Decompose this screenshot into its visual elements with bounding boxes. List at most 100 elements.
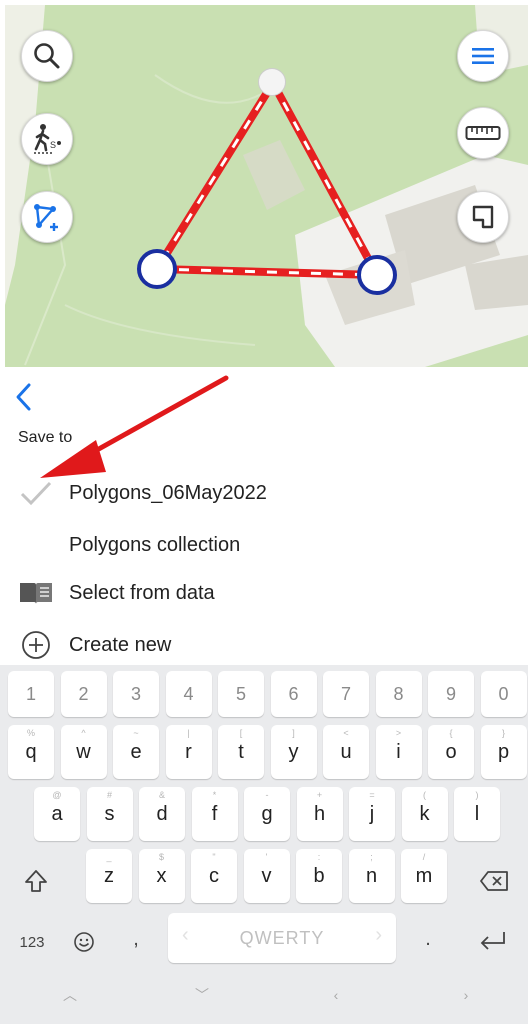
menu-button[interactable]: [457, 30, 509, 82]
key-hint: ): [475, 790, 479, 800]
walk-measure-button[interactable]: S: [21, 113, 73, 165]
key-label: 0: [498, 683, 509, 704]
key-label: 9: [445, 683, 456, 704]
symbols-key[interactable]: 123: [12, 923, 52, 961]
save-to-label: Save to: [18, 429, 73, 446]
key-5[interactable]: 5: [218, 671, 264, 717]
check-icon: [18, 479, 54, 507]
backspace-key[interactable]: [473, 859, 515, 903]
key-label: j: [369, 802, 375, 825]
key-q[interactable]: % q: [8, 725, 54, 779]
key-v[interactable]: ' v: [243, 849, 290, 903]
comma-key-label: ,: [133, 927, 139, 950]
key-label: s: [104, 802, 115, 825]
polygon-vertex-left[interactable]: [137, 249, 177, 289]
search-button[interactable]: [21, 30, 73, 82]
key-label: 1: [25, 683, 36, 704]
key-label: d: [156, 802, 168, 825]
shift-key[interactable]: [16, 859, 56, 903]
polygon-vertex-right[interactable]: [357, 255, 397, 295]
key-g[interactable]: -g: [244, 787, 290, 841]
list-item-label: Polygons collection: [69, 534, 241, 556]
key-s[interactable]: # s: [86, 787, 133, 841]
draw-polygon-button[interactable]: [21, 191, 73, 243]
key-hint: ;: [370, 852, 373, 862]
key-hint: &: [158, 790, 165, 800]
key-e[interactable]: ~ e: [113, 725, 159, 779]
key-9[interactable]: 9: [428, 671, 474, 717]
list-item-select-from-data[interactable]: Select from data: [0, 571, 528, 615]
key-j[interactable]: = j: [349, 787, 395, 841]
key-n[interactable]: ; n: [348, 849, 395, 903]
key-m[interactable]: / m: [401, 849, 447, 903]
map-view[interactable]: S: [5, 5, 528, 367]
key-hint: |: [187, 728, 190, 738]
list-item-create-new[interactable]: Create new: [0, 623, 528, 667]
key-b[interactable]: :b: [296, 849, 342, 903]
key-2[interactable]: 2: [60, 671, 107, 717]
key-hint: %: [26, 728, 35, 738]
nav-left-icon[interactable]: ‹: [326, 985, 346, 1005]
key-label: p: [497, 740, 510, 763]
key-label: 7: [340, 683, 351, 704]
nav-right-icon[interactable]: ›: [456, 985, 476, 1005]
key-4[interactable]: 4: [165, 671, 212, 717]
key-label: o: [445, 740, 457, 763]
key-3[interactable]: 3: [113, 671, 159, 717]
enter-key[interactable]: [470, 921, 516, 961]
period-key-label: .: [425, 927, 431, 950]
comma-key[interactable]: ,: [118, 917, 154, 961]
draw-polygon-icon: [34, 204, 58, 231]
key-8[interactable]: 8: [375, 671, 422, 717]
key-h[interactable]: + h: [296, 787, 343, 841]
area-icon: [472, 205, 494, 229]
list-item-label: Polygons_06May2022: [69, 482, 267, 504]
key-6[interactable]: 6: [270, 671, 317, 717]
walk-measure-icon: S: [34, 124, 61, 154]
save-to-panel: Save to Polygons_06May2022 Polygons coll…: [0, 367, 528, 665]
key-f[interactable]: * f: [191, 787, 238, 841]
key-w[interactable]: ^ w: [60, 725, 107, 779]
key-d[interactable]: & d: [139, 787, 185, 841]
ruler-button[interactable]: [457, 107, 509, 159]
key-hint: ": [212, 852, 216, 862]
key-y[interactable]: ] y: [270, 725, 317, 779]
list-item-polygons-collection[interactable]: Polygons collection: [0, 523, 528, 567]
chevron-left-icon: [16, 383, 31, 411]
key-a[interactable]: @ a: [34, 787, 80, 841]
key-hint: +: [316, 790, 323, 800]
key-k[interactable]: (k: [401, 787, 448, 841]
key-r[interactable]: | r: [165, 725, 212, 779]
key-label: n: [365, 864, 378, 887]
key-hint: :: [317, 852, 321, 862]
key-label: r: [185, 740, 192, 763]
key-z[interactable]: _ z: [86, 849, 132, 903]
key-i[interactable]: > i: [375, 725, 422, 779]
list-item-polygons-layer[interactable]: Polygons_06May2022: [0, 471, 528, 515]
key-label: f: [211, 802, 218, 825]
key-label: c: [209, 864, 219, 887]
key-l[interactable]: ) l: [454, 787, 500, 841]
backspace-icon: [480, 871, 508, 891]
key-u[interactable]: < u: [323, 725, 369, 779]
back-button[interactable]: [14, 377, 48, 417]
key-x[interactable]: $ x: [138, 849, 185, 903]
key-c[interactable]: " c: [191, 849, 237, 903]
key-7[interactable]: 7: [323, 671, 369, 717]
key-hint: =: [369, 790, 375, 800]
space-bar[interactable]: ‹ QWERTY ›: [168, 913, 396, 963]
measured-polygon[interactable]: [5, 5, 528, 367]
emoji-key[interactable]: [66, 923, 102, 961]
polygon-vertex-top[interactable]: [258, 68, 286, 96]
nav-down-icon[interactable]: ﹀: [192, 985, 212, 1005]
key-1[interactable]: 1: [8, 671, 54, 717]
area-button[interactable]: [457, 191, 509, 243]
key-0[interactable]: 0: [480, 671, 527, 717]
key-o[interactable]: {o: [428, 725, 474, 779]
key-t[interactable]: [t: [218, 725, 264, 779]
key-hint: >: [395, 728, 402, 738]
nav-up-icon[interactable]: ︿: [60, 985, 80, 1005]
key-p[interactable]: } p: [480, 725, 527, 779]
period-key[interactable]: .: [410, 917, 446, 961]
key-hint: ]: [292, 728, 295, 738]
